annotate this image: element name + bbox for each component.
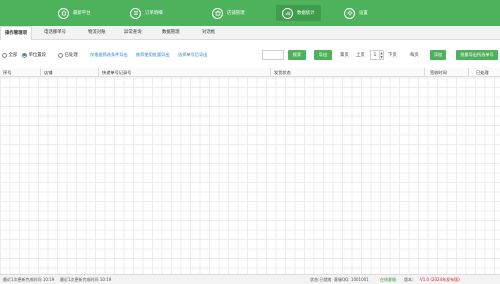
results-grid: 序号 店铺 快递单号记录号 发货状态 签收时间 已处理 xyxy=(0,68,500,274)
nav-label: 设置 xyxy=(359,11,368,16)
column-divider[interactable] xyxy=(424,68,425,77)
status-state: 状态:已就绪 xyxy=(310,277,332,282)
status-version-label: 版本: xyxy=(404,277,414,282)
radio-dot xyxy=(58,52,63,58)
list-icon xyxy=(130,7,141,19)
chart-icon xyxy=(282,7,293,19)
radio-dot xyxy=(22,52,27,58)
tab-dialog[interactable]: 对话框 xyxy=(198,26,219,39)
nav-item-stats[interactable]: 数据统计 xyxy=(276,5,321,21)
column-header[interactable]: 发货状态 xyxy=(274,70,291,76)
page-size-label: 每页 xyxy=(410,53,419,58)
home-icon xyxy=(58,7,69,19)
column-header[interactable]: 店铺 xyxy=(44,70,52,76)
page-prefix-label: 第页 xyxy=(340,53,349,58)
nav-item-home[interactable]: 最新平台 xyxy=(58,5,91,21)
search-button[interactable]: 搜索 xyxy=(288,50,306,60)
top-navigation-bar: 最新平台 订单明细 店铺管理 数据统计 设置 xyxy=(0,0,500,26)
column-header[interactable]: 已处理 xyxy=(476,70,489,76)
tab-data[interactable]: 数据管理 xyxy=(158,26,184,39)
status-bar: 最近1次更新完成时间 10:19 最近1次更新完成时间 10:19 状态:已就绪… xyxy=(0,274,500,284)
column-header[interactable]: 序号 xyxy=(3,70,11,76)
nav-item-settings[interactable]: 设置 xyxy=(344,5,368,21)
grid-header: 序号 店铺 快递单号记录号 发货状态 签收时间 已处理 xyxy=(0,68,500,77)
radio-processed[interactable]: 已处理 xyxy=(58,52,78,58)
shop-icon xyxy=(212,7,223,19)
column-header[interactable]: 签收时间 xyxy=(430,70,447,76)
column-divider[interactable] xyxy=(468,68,469,77)
hint-text: 选择单号后导出 xyxy=(178,52,208,57)
radio-label: 单位置段 xyxy=(28,53,47,58)
radio-segment[interactable]: 单位置段 xyxy=(22,52,46,58)
status-update-time: 最近1次更新完成时间 10:19 xyxy=(3,277,55,282)
tab-phone[interactable]: 电话挪单号 xyxy=(40,26,70,39)
online-support-link[interactable]: 在线客服 xyxy=(380,277,396,283)
tab-logistics[interactable]: 物流对账 xyxy=(84,26,110,39)
radio-label: 全部 xyxy=(8,53,18,58)
radio-dot xyxy=(2,52,7,58)
next-page-link[interactable]: 下页 xyxy=(388,52,397,58)
add-button[interactable]: 添加 xyxy=(430,50,446,60)
hint-text: 仅根据筛选条件导出 xyxy=(90,52,128,57)
page-stepper[interactable]: ▲ ▼ xyxy=(380,50,384,60)
export-button[interactable]: 导出 xyxy=(314,50,332,60)
nav-label: 数据统计 xyxy=(297,11,315,16)
column-divider[interactable] xyxy=(40,68,41,77)
tab-exception[interactable]: 异常查询 xyxy=(120,26,146,39)
batch-export-button[interactable]: 批量导出所选单号 xyxy=(456,50,498,60)
chevron-down-icon[interactable]: ▼ xyxy=(380,55,383,59)
filter-toolbar: 全部 单位置段 已处理 仅根据筛选条件导出 推荐使用批量导出 选择单号后导出 搜… xyxy=(0,46,500,64)
column-divider[interactable] xyxy=(270,68,271,77)
status-support-qq: 客服QQ: 1001001 xyxy=(334,277,369,282)
status-version: V1.0 (2024年发布版) xyxy=(420,277,460,282)
nav-label: 最新平台 xyxy=(73,11,91,16)
nav-label: 店铺管理 xyxy=(227,11,245,16)
status-update-time: 最近1次更新完成时间 10:19 xyxy=(60,277,112,282)
nav-label: 订单明细 xyxy=(145,11,163,16)
nav-item-orders[interactable]: 订单明细 xyxy=(130,5,163,21)
page-number-input[interactable]: 1 xyxy=(370,50,380,60)
radio-all[interactable]: 全部 xyxy=(2,52,17,58)
search-input[interactable] xyxy=(262,50,284,60)
gear-icon xyxy=(344,7,355,19)
prev-page-link[interactable]: 上页 xyxy=(356,52,365,58)
tab-operations[interactable]: 操作管理项 xyxy=(0,26,32,40)
hint-text: 推荐使用批量导出 xyxy=(136,52,170,57)
tab-bar: 操作管理项 电话挪单号 物流对账 异常查询 数据管理 对话框 xyxy=(0,26,500,40)
radio-label: 已处理 xyxy=(64,53,78,58)
column-header[interactable]: 快递单号记录号 xyxy=(102,70,131,76)
nav-item-shop[interactable]: 店铺管理 xyxy=(212,5,245,21)
column-divider[interactable] xyxy=(98,68,99,77)
